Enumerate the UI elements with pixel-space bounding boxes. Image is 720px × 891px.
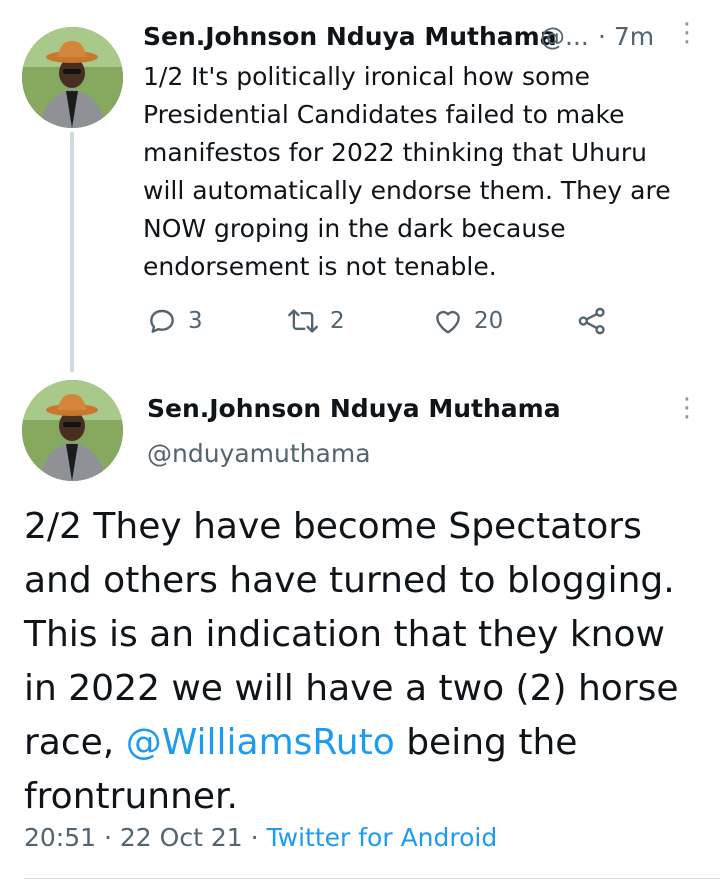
share-button[interactable]: [576, 304, 618, 338]
avatar[interactable]: [22, 27, 123, 128]
author-handle[interactable]: @...: [540, 22, 589, 51]
source-link[interactable]: Twitter for Android: [267, 823, 498, 852]
tweet-metadata: 20:51 · 22 Oct 21 · Twitter for Android: [24, 823, 497, 852]
tweet-time[interactable]: · 7m: [598, 22, 654, 51]
like-count: 20: [474, 308, 504, 334]
tweet-date[interactable]: 22 Oct 21: [120, 823, 243, 852]
like-button[interactable]: 20: [432, 304, 503, 338]
more-options-icon[interactable]: ⋮: [674, 20, 700, 46]
author-handle[interactable]: @nduyamuthama: [147, 439, 371, 468]
heart-icon: [436, 310, 460, 334]
more-options-icon[interactable]: ⋮: [674, 395, 700, 421]
tweet-text: 2/2 They have become Spectators and othe…: [24, 500, 704, 824]
reply-icon: [150, 309, 174, 333]
thread-line: [70, 132, 74, 372]
author-name[interactable]: Sen.Johnson Nduya Muthama: [143, 22, 557, 51]
reply-button[interactable]: 3: [146, 304, 203, 338]
mention-link[interactable]: @WilliamsRuto: [126, 722, 395, 763]
reply-count: 3: [188, 308, 203, 334]
retweet-count: 2: [330, 308, 345, 334]
separator: ·: [250, 823, 259, 852]
tweet-text: 1/2 It's politically ironical how some P…: [143, 62, 671, 281]
separator: ·: [104, 823, 112, 852]
author-name[interactable]: Sen.Johnson Nduya Muthama: [147, 394, 561, 423]
share-icon: [578, 307, 605, 335]
retweet-button[interactable]: 2: [286, 304, 345, 338]
retweet-icon: [288, 309, 318, 333]
avatar[interactable]: [22, 380, 123, 481]
tweet-time[interactable]: 20:51: [24, 823, 96, 852]
divider: [24, 878, 720, 879]
